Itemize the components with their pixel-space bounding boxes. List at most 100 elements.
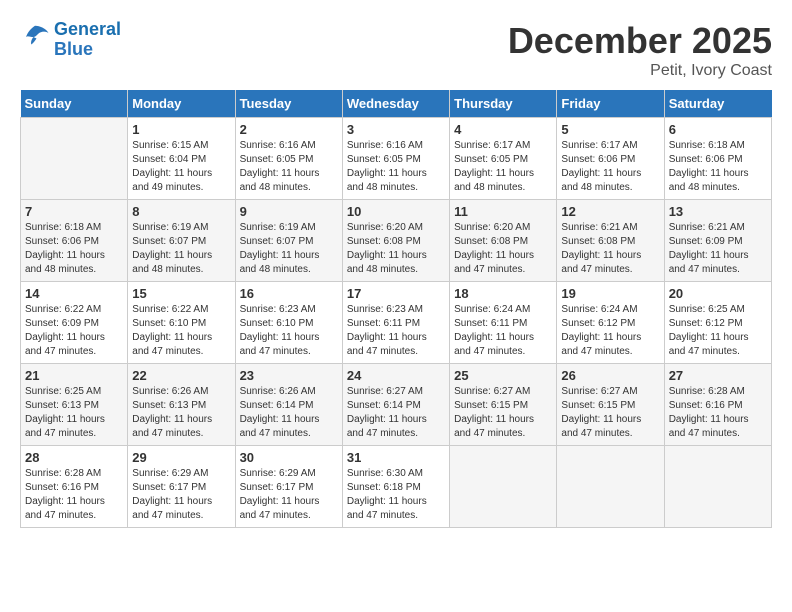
column-header-thursday: Thursday <box>450 90 557 118</box>
day-number: 25 <box>454 368 552 383</box>
calendar-cell: 29Sunrise: 6:29 AM Sunset: 6:17 PM Dayli… <box>128 446 235 528</box>
day-number: 7 <box>25 204 123 219</box>
day-info: Sunrise: 6:24 AM Sunset: 6:12 PM Dayligh… <box>561 303 659 359</box>
calendar-cell: 20 Sunrise: 6:25 AM Sunset: 6:12 PM Dayli… <box>664 282 771 364</box>
column-header-monday: Monday <box>128 90 235 118</box>
day-info: Sunrise: 6:28 AM Sunset: 6:16 PM Dayligh… <box>669 385 767 441</box>
day-info: Sunrise: 6:25 AM Sunset: 6:13 PM Dayligh… <box>25 385 123 441</box>
day-number: 12 <box>561 204 659 219</box>
header-row: SundayMondayTuesdayWednesdayThursdayFrid… <box>21 90 772 118</box>
day-number: 11 <box>454 204 552 219</box>
calendar-cell: 31 Sunrise: 6:30 AM Sunset: 6:18 PM Dayli… <box>342 446 449 528</box>
day-info: Sunrise: 6:30 AM Sunset: 6:18 PM Dayligh… <box>347 467 445 523</box>
calendar-cell: 21 Sunrise: 6:25 AM Sunset: 6:13 PM Dayli… <box>21 364 128 446</box>
calendar-cell: 27Sunrise: 6:28 AM Sunset: 6:16 PM Dayli… <box>664 364 771 446</box>
day-number: 10 <box>347 204 445 219</box>
day-number: 2 <box>240 122 338 137</box>
calendar-cell <box>450 446 557 528</box>
day-number: 20 <box>669 286 767 301</box>
day-info: Sunrise: 6:20 AM Sunset: 6:08 PM Dayligh… <box>347 221 445 277</box>
day-info: Sunrise: 6:20 AM Sunset: 6:08 PM Dayligh… <box>454 221 552 277</box>
logo-text: General Blue <box>54 20 121 60</box>
day-number: 28 <box>25 450 123 465</box>
day-info: Sunrise: 6:21 AM Sunset: 6:09 PM Dayligh… <box>669 221 767 277</box>
calendar-cell: 1 Sunrise: 6:15 AM Sunset: 6:04 PM Daylig… <box>128 118 235 200</box>
day-number: 15 <box>132 286 230 301</box>
day-info: Sunrise: 6:27 AM Sunset: 6:14 PM Dayligh… <box>347 385 445 441</box>
calendar-cell: 2 Sunrise: 6:16 AM Sunset: 6:05 PM Daylig… <box>235 118 342 200</box>
calendar-cell: 7Sunrise: 6:18 AM Sunset: 6:06 PM Daylig… <box>21 200 128 282</box>
day-number: 1 <box>132 122 230 137</box>
day-info: Sunrise: 6:19 AM Sunset: 6:07 PM Dayligh… <box>240 221 338 277</box>
calendar-cell: 23 Sunrise: 6:26 AM Sunset: 6:14 PM Dayli… <box>235 364 342 446</box>
calendar-cell: 11 Sunrise: 6:20 AM Sunset: 6:08 PM Dayli… <box>450 200 557 282</box>
week-row-2: 7Sunrise: 6:18 AM Sunset: 6:06 PM Daylig… <box>21 200 772 282</box>
column-header-friday: Friday <box>557 90 664 118</box>
week-row-3: 14 Sunrise: 6:22 AM Sunset: 6:09 PM Dayli… <box>21 282 772 364</box>
day-info: Sunrise: 6:17 AM Sunset: 6:05 PM Dayligh… <box>454 139 552 195</box>
calendar-cell: 13 Sunrise: 6:21 AM Sunset: 6:09 PM Dayli… <box>664 200 771 282</box>
column-header-wednesday: Wednesday <box>342 90 449 118</box>
calendar-cell: 30 Sunrise: 6:29 AM Sunset: 6:17 PM Dayli… <box>235 446 342 528</box>
week-row-4: 21 Sunrise: 6:25 AM Sunset: 6:13 PM Dayli… <box>21 364 772 446</box>
calendar-cell: 18 Sunrise: 6:24 AM Sunset: 6:11 PM Dayli… <box>450 282 557 364</box>
column-header-sunday: Sunday <box>21 90 128 118</box>
day-number: 18 <box>454 286 552 301</box>
calendar-cell: 15 Sunrise: 6:22 AM Sunset: 6:10 PM Dayli… <box>128 282 235 364</box>
day-info: Sunrise: 6:18 AM Sunset: 6:06 PM Dayligh… <box>669 139 767 195</box>
day-info: Sunrise: 6:23 AM Sunset: 6:11 PM Dayligh… <box>347 303 445 359</box>
calendar-table: SundayMondayTuesdayWednesdayThursdayFrid… <box>20 90 772 528</box>
day-number: 6 <box>669 122 767 137</box>
day-number: 22 <box>132 368 230 383</box>
calendar-cell <box>21 118 128 200</box>
day-info: Sunrise: 6:27 AM Sunset: 6:15 PM Dayligh… <box>561 385 659 441</box>
day-info: Sunrise: 6:24 AM Sunset: 6:11 PM Dayligh… <box>454 303 552 359</box>
day-info: Sunrise: 6:16 AM Sunset: 6:05 PM Dayligh… <box>240 139 338 195</box>
month-title: December 2025 <box>508 20 772 62</box>
column-header-saturday: Saturday <box>664 90 771 118</box>
day-number: 21 <box>25 368 123 383</box>
day-number: 31 <box>347 450 445 465</box>
day-info: Sunrise: 6:21 AM Sunset: 6:08 PM Dayligh… <box>561 221 659 277</box>
day-info: Sunrise: 6:27 AM Sunset: 6:15 PM Dayligh… <box>454 385 552 441</box>
day-number: 8 <box>132 204 230 219</box>
day-info: Sunrise: 6:22 AM Sunset: 6:09 PM Dayligh… <box>25 303 123 359</box>
day-number: 26 <box>561 368 659 383</box>
calendar-cell: 10 Sunrise: 6:20 AM Sunset: 6:08 PM Dayli… <box>342 200 449 282</box>
day-info: Sunrise: 6:28 AM Sunset: 6:16 PM Dayligh… <box>25 467 123 523</box>
calendar-cell: 19Sunrise: 6:24 AM Sunset: 6:12 PM Dayli… <box>557 282 664 364</box>
day-info: Sunrise: 6:19 AM Sunset: 6:07 PM Dayligh… <box>132 221 230 277</box>
calendar-cell: 4 Sunrise: 6:17 AM Sunset: 6:05 PM Daylig… <box>450 118 557 200</box>
calendar-cell: 3 Sunrise: 6:16 AM Sunset: 6:05 PM Daylig… <box>342 118 449 200</box>
calendar-cell: 12 Sunrise: 6:21 AM Sunset: 6:08 PM Dayli… <box>557 200 664 282</box>
day-number: 24 <box>347 368 445 383</box>
day-info: Sunrise: 6:26 AM Sunset: 6:14 PM Dayligh… <box>240 385 338 441</box>
day-number: 30 <box>240 450 338 465</box>
day-info: Sunrise: 6:23 AM Sunset: 6:10 PM Dayligh… <box>240 303 338 359</box>
calendar-cell: 17Sunrise: 6:23 AM Sunset: 6:11 PM Dayli… <box>342 282 449 364</box>
column-header-tuesday: Tuesday <box>235 90 342 118</box>
page-header: General Blue December 2025 Petit, Ivory … <box>20 20 772 80</box>
day-number: 9 <box>240 204 338 219</box>
day-info: Sunrise: 6:15 AM Sunset: 6:04 PM Dayligh… <box>132 139 230 195</box>
calendar-cell: 16Sunrise: 6:23 AM Sunset: 6:10 PM Dayli… <box>235 282 342 364</box>
day-info: Sunrise: 6:16 AM Sunset: 6:05 PM Dayligh… <box>347 139 445 195</box>
calendar-cell: 5 Sunrise: 6:17 AM Sunset: 6:06 PM Daylig… <box>557 118 664 200</box>
day-number: 14 <box>25 286 123 301</box>
calendar-cell: 24 Sunrise: 6:27 AM Sunset: 6:14 PM Dayli… <box>342 364 449 446</box>
title-area: December 2025 Petit, Ivory Coast <box>508 20 772 80</box>
day-info: Sunrise: 6:29 AM Sunset: 6:17 PM Dayligh… <box>240 467 338 523</box>
day-number: 4 <box>454 122 552 137</box>
day-info: Sunrise: 6:25 AM Sunset: 6:12 PM Dayligh… <box>669 303 767 359</box>
day-number: 13 <box>669 204 767 219</box>
day-info: Sunrise: 6:22 AM Sunset: 6:10 PM Dayligh… <box>132 303 230 359</box>
day-number: 3 <box>347 122 445 137</box>
calendar-cell: 25 Sunrise: 6:27 AM Sunset: 6:15 PM Dayli… <box>450 364 557 446</box>
week-row-5: 28 Sunrise: 6:28 AM Sunset: 6:16 PM Dayli… <box>21 446 772 528</box>
day-number: 23 <box>240 368 338 383</box>
calendar-cell: 8 Sunrise: 6:19 AM Sunset: 6:07 PM Daylig… <box>128 200 235 282</box>
calendar-cell <box>664 446 771 528</box>
logo-icon <box>20 22 50 52</box>
day-info: Sunrise: 6:17 AM Sunset: 6:06 PM Dayligh… <box>561 139 659 195</box>
day-number: 5 <box>561 122 659 137</box>
